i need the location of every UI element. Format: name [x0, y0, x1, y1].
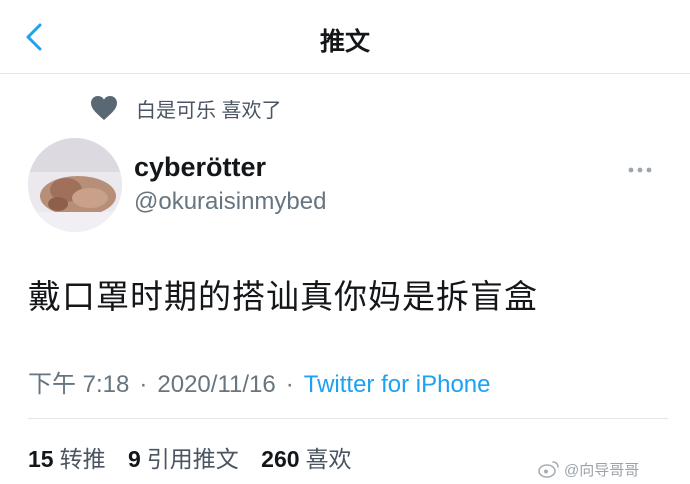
author-display-name[interactable]: cyberötter	[134, 152, 266, 183]
avatar[interactable]	[28, 138, 122, 232]
tweet-stats: 15 转推 9 引用推文 260 喜欢	[28, 440, 368, 474]
retweet-label: 转推	[59, 446, 106, 472]
more-dots-icon	[628, 167, 652, 173]
tweet-source-link[interactable]: Twitter for iPhone	[304, 371, 491, 398]
author-handle[interactable]: @okuraisinmybed	[134, 188, 326, 216]
weibo-logo-icon	[538, 461, 559, 478]
social-context[interactable]: 白是可乐 喜欢了	[90, 92, 282, 124]
watermark: @向导哥哥	[538, 458, 639, 480]
quotes-stat[interactable]: 9 引用推文	[128, 446, 239, 472]
like-count: 260	[261, 446, 300, 472]
more-options-button[interactable]	[622, 158, 658, 182]
tweet-date: 2020/11/16	[157, 371, 276, 398]
tweet-time: 下午 7:18	[28, 371, 130, 398]
tweet-text: 戴口罩时期的搭讪真你妈是拆盲盒	[28, 278, 538, 315]
meta-separator: ·	[285, 371, 294, 398]
avatar-image	[28, 138, 122, 232]
quote-count: 9	[127, 446, 141, 472]
heart-icon	[91, 96, 117, 120]
watermark-text: @向导哥哥	[564, 461, 640, 479]
page-title: 推文	[319, 28, 370, 56]
top-bar: 推文	[0, 0, 690, 74]
divider	[28, 418, 668, 419]
quote-label: 引用推文	[146, 446, 239, 472]
like-label: 喜欢	[305, 446, 352, 472]
retweets-stat[interactable]: 15 转推	[28, 446, 106, 472]
tweet-meta: 下午 7:18 · 2020/11/16 · Twitter for iPhone	[28, 364, 490, 399]
likes-stat[interactable]: 260 喜欢	[261, 446, 351, 472]
liked-by-text: 白是可乐 喜欢了	[136, 99, 282, 122]
retweet-count: 15	[28, 446, 54, 472]
meta-separator: ·	[139, 371, 148, 398]
